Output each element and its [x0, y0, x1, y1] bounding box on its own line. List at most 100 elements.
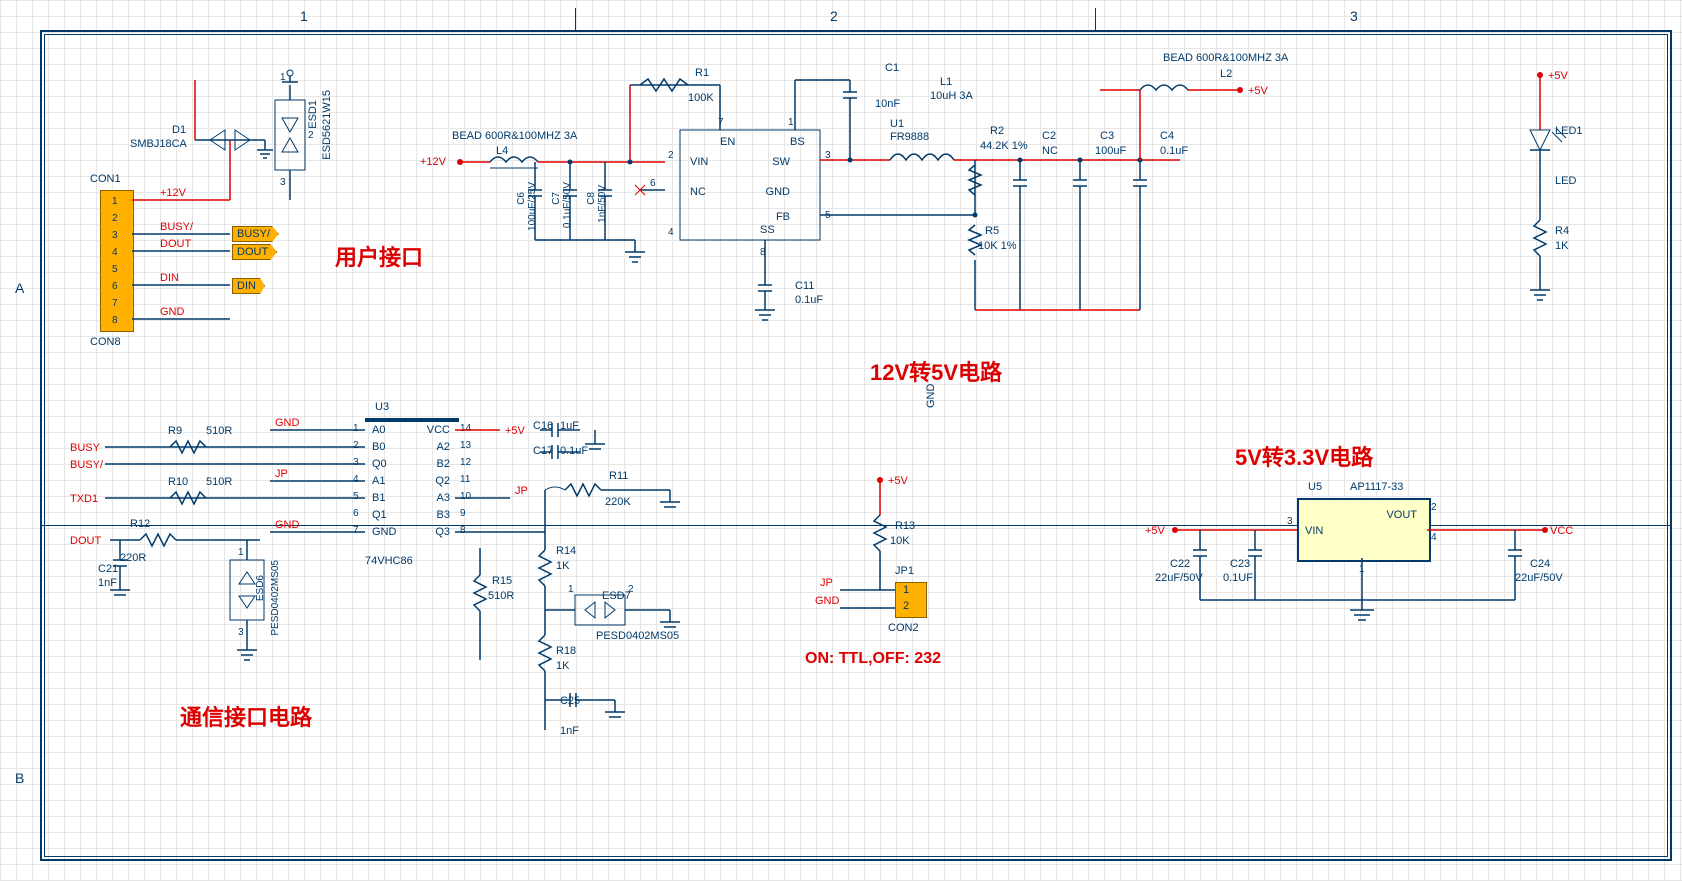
svg-text:8: 8: [112, 315, 118, 326]
svg-text:8: 8: [460, 525, 466, 536]
r10-ref: R10: [168, 476, 188, 488]
c22-val: 22uF/50V: [1155, 572, 1203, 584]
col-div12-top: [575, 8, 576, 30]
u5-ref: U5: [1308, 481, 1322, 493]
svg-text:1: 1: [788, 117, 794, 128]
svg-text:13: 13: [460, 440, 472, 451]
svg-text:GND: GND: [275, 519, 300, 531]
l2-ref: L2: [1220, 68, 1232, 80]
svg-text:3: 3: [280, 177, 286, 188]
l2-val: BEAD 600R&100MHZ 3A: [1163, 52, 1288, 64]
svg-text:2: 2: [112, 213, 118, 224]
svg-text:A1: A1: [372, 475, 385, 487]
r12-ref: R12: [130, 518, 150, 530]
u3-ref: U3: [375, 401, 389, 413]
c8-val: 1nF/50V: [597, 185, 608, 223]
jp1-type: CON2: [888, 622, 919, 634]
jumper-note: ON: TTL,OFF: 232: [805, 650, 941, 668]
c6-ref: C6: [516, 192, 527, 205]
svg-text:+5V: +5V: [888, 475, 909, 487]
svg-text:GND: GND: [766, 186, 791, 198]
svg-text:A2: A2: [437, 441, 450, 453]
svg-text:1: 1: [353, 423, 359, 434]
c23-ref: C23: [1230, 558, 1250, 570]
svg-text:DOUT: DOUT: [160, 238, 191, 250]
esd7-val: PESD0402MS05: [596, 630, 679, 642]
c25-val: 1nF: [560, 725, 579, 737]
esd6-ref: ESD6: [255, 575, 266, 601]
svg-text:B3: B3: [437, 509, 450, 521]
svg-text:A0: A0: [372, 424, 385, 436]
svg-text:+5V: +5V: [1548, 70, 1569, 82]
r15-val: 510R: [488, 590, 514, 602]
c24-val: 22uF/50V: [1515, 572, 1563, 584]
svg-text:VOUT: VOUT: [1386, 509, 1417, 521]
r2-ref: R2: [990, 125, 1004, 137]
svg-text:3: 3: [1287, 516, 1293, 527]
con1-ref: CON1: [90, 173, 121, 185]
svg-text:DIN: DIN: [160, 272, 179, 284]
svg-text:B2: B2: [437, 458, 450, 470]
svg-text:2: 2: [308, 130, 314, 141]
r18-ref: R18: [556, 645, 576, 657]
l1-val: 10uH 3A: [930, 90, 973, 102]
esd1-val: ESD5621W15: [321, 90, 333, 160]
svg-text:GND: GND: [275, 417, 300, 429]
svg-text:14: 14: [460, 423, 472, 434]
comm-svg: A0B0Q0A1B1Q1GND VCCA2B2Q2A3B3Q3 1234567 …: [70, 400, 770, 800]
led-svg: +5V: [1500, 60, 1620, 340]
r1-val: 100K: [688, 92, 714, 104]
r9-ref: R9: [168, 425, 182, 437]
svg-text:4: 4: [353, 474, 359, 485]
svg-text:JP: JP: [275, 468, 288, 480]
svg-text:SS: SS: [760, 224, 775, 236]
svg-text:7: 7: [112, 298, 118, 309]
u1-val: FR9888: [890, 131, 929, 143]
c17-ref: C17: [533, 445, 553, 457]
ldo-svg: +5V VIN VOUT GND 3 2 4 1 VCC: [1145, 480, 1575, 680]
svg-text:GND: GND: [372, 526, 397, 538]
row-b: B: [15, 770, 24, 786]
title-comm: 通信接口电路: [180, 700, 312, 732]
c7-val: 0.1uF/50V: [562, 182, 573, 228]
col-1: 1: [300, 8, 308, 24]
svg-text:3: 3: [353, 457, 359, 468]
c17-val: 0.1uF: [560, 445, 588, 457]
svg-text:7: 7: [353, 525, 359, 536]
c21-ref: C21: [98, 563, 118, 575]
net-busy: BUSY/: [232, 226, 279, 242]
title-pwr5: 5V转3.3V电路: [1235, 440, 1373, 472]
svg-text:SW: SW: [772, 156, 790, 168]
c21-val: 1nF: [98, 577, 117, 589]
svg-text:GND: GND: [160, 306, 185, 318]
svg-text:Q0: Q0: [372, 458, 387, 470]
svg-text:5: 5: [353, 491, 359, 502]
esd6-val: PESD0402MS05: [270, 560, 281, 636]
svg-text:VCC: VCC: [1550, 525, 1573, 537]
r10-val: 510R: [206, 476, 232, 488]
svg-text:2: 2: [353, 440, 359, 451]
r9-val: 510R: [206, 425, 232, 437]
svg-text:B1: B1: [372, 492, 385, 504]
r14-val: 1K: [556, 560, 569, 572]
svg-text:+12V: +12V: [420, 156, 447, 168]
svg-text:NC: NC: [690, 186, 706, 198]
led1-ref: LED1: [1555, 125, 1583, 137]
svg-text:6: 6: [112, 281, 118, 292]
net-dout: DOUT: [232, 244, 277, 260]
c8-ref: C8: [586, 192, 597, 205]
svg-text:4: 4: [668, 227, 674, 238]
svg-text:GND: GND: [925, 384, 937, 409]
c3-val: 100uF: [1095, 145, 1126, 157]
svg-text:TXD1: TXD1: [70, 493, 98, 505]
svg-text:6: 6: [650, 178, 656, 189]
c23-val: 0.1UF: [1223, 572, 1253, 584]
c3-ref: C3: [1100, 130, 1114, 142]
svg-text:2: 2: [668, 150, 674, 161]
u1-ref: U1: [890, 118, 904, 130]
jp1-ref: JP1: [895, 565, 914, 577]
c25-ref: C25: [560, 695, 580, 707]
r18-val: 1K: [556, 660, 569, 672]
svg-text:11: 11: [460, 474, 471, 485]
c22-ref: C22: [1170, 558, 1190, 570]
